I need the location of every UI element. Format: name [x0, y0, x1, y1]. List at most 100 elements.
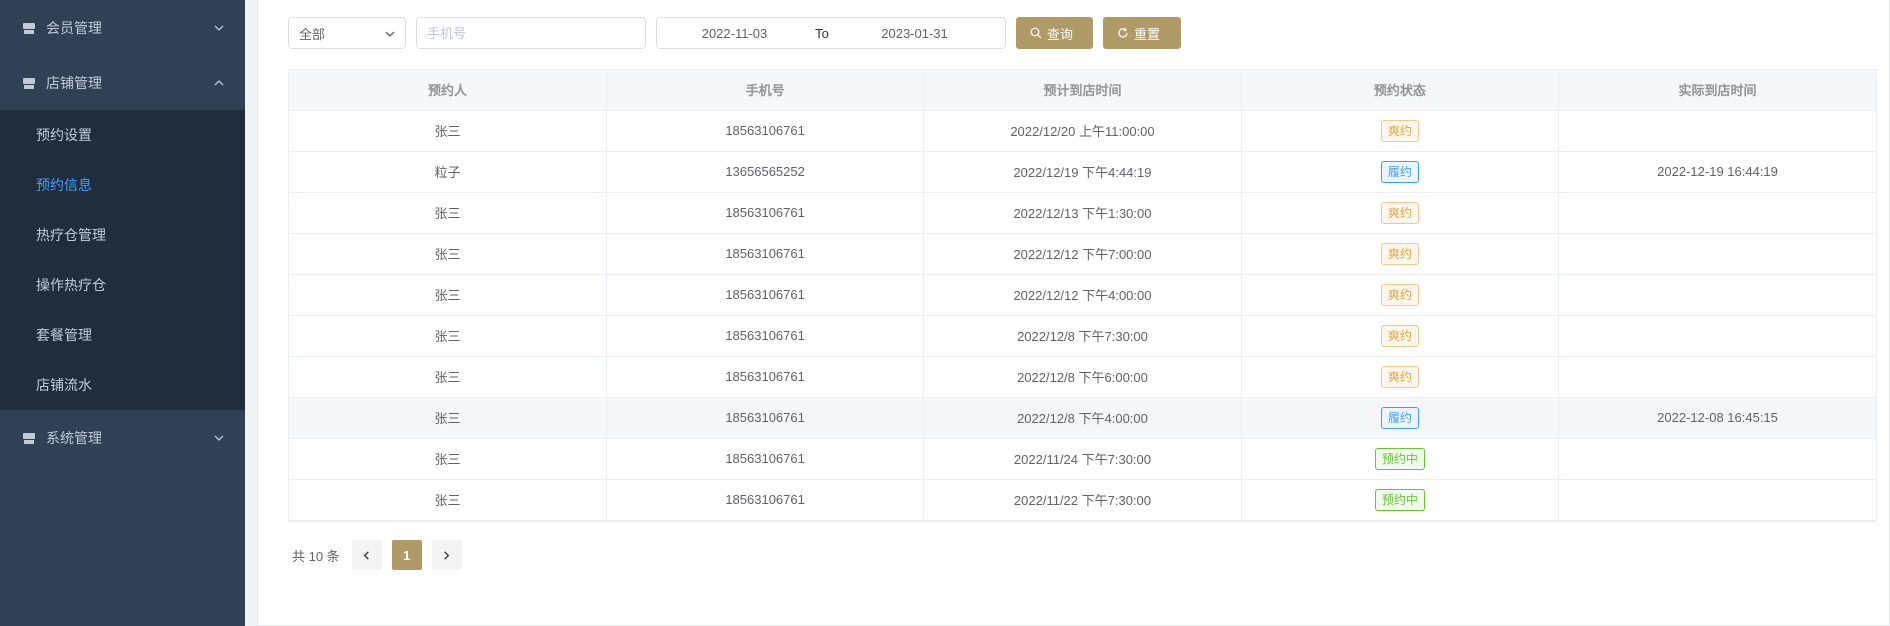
reservation-table: 预约人 手机号 预计到店时间 预约状态 实际到店时间 张三 1856310676…: [288, 69, 1877, 522]
menu-group-store[interactable]: 店铺管理: [0, 55, 245, 110]
sidebar-item-label: 套餐管理: [36, 327, 92, 343]
cell-expected-time: 2022/12/13 下午1:30:00: [923, 192, 1242, 234]
table-row[interactable]: 张三 18563106761 2022/12/12 下午4:00:00 爽约: [289, 274, 1876, 316]
column-header-actual-time: 实际到店时间: [1558, 70, 1876, 111]
menu-group-label: 系统管理: [46, 429, 102, 446]
sidebar: 会员管理 店铺管理 预约设置 预约信息 热疗仓管理 操作热疗仓 套餐管理 店铺流…: [0, 0, 245, 626]
search-button-label: 查询: [1047, 26, 1074, 42]
status-badge: 爽约: [1380, 242, 1419, 265]
status-badge: 爽约: [1380, 119, 1419, 142]
cell-name: 张三: [289, 233, 607, 275]
refresh-icon: [1118, 27, 1128, 38]
cell-name: 张三: [289, 356, 607, 398]
table-header-row: 预约人 手机号 预计到店时间 预约状态 实际到店时间: [289, 70, 1876, 111]
sidebar-item-heat-cabin-management[interactable]: 热疗仓管理: [0, 210, 245, 260]
cell-actual-time: [1558, 192, 1876, 234]
cell-status: 爽约: [1241, 274, 1560, 316]
cell-actual-time: [1558, 356, 1876, 398]
cell-actual-time: 2022-12-08 16:45:15: [1558, 397, 1876, 439]
sidebar-item-operate-heat-cabin[interactable]: 操作热疗仓: [0, 260, 245, 310]
table-row[interactable]: 张三 18563106761 2022/11/22 下午7:30:00 预约中: [289, 479, 1876, 521]
main-panel: 全部 2022-11-03 To 2023-01-31 查询 重置 预约人 手机…: [257, 0, 1890, 626]
table-row[interactable]: 张三 18563106761 2022/12/8 下午4:00:00 履约 20…: [289, 397, 1876, 439]
cell-phone: 18563106761: [606, 110, 925, 152]
cell-name: 张三: [289, 274, 607, 316]
cell-expected-time: 2022/12/8 下午4:00:00: [923, 397, 1242, 439]
table-row[interactable]: 张三 18563106761 2022/12/8 下午7:30:00 爽约: [289, 315, 1876, 357]
filter-bar: 全部 2022-11-03 To 2023-01-31 查询 重置: [288, 17, 1181, 49]
cell-phone: 18563106761: [606, 274, 925, 316]
sidebar-item-label: 预约信息: [36, 177, 92, 193]
store-icon: [23, 22, 35, 34]
store-icon: [23, 77, 35, 89]
status-select[interactable]: 全部: [288, 17, 406, 49]
cell-status: 预约中: [1241, 438, 1560, 480]
phone-input[interactable]: [416, 17, 646, 49]
status-badge: 履约: [1380, 160, 1419, 183]
table-row[interactable]: 张三 18563106761 2022/11/24 下午7:30:00 预约中: [289, 438, 1876, 480]
status-badge: 预约中: [1374, 447, 1425, 470]
cell-expected-time: 2022/11/24 下午7:30:00: [923, 438, 1242, 480]
cell-expected-time: 2022/11/22 下午7:30:00: [923, 479, 1242, 521]
cell-phone: 18563106761: [606, 315, 925, 357]
date-range-picker[interactable]: 2022-11-03 To 2023-01-31: [656, 17, 1006, 49]
cell-name: 张三: [289, 192, 607, 234]
cell-phone: 18563106761: [606, 479, 925, 521]
status-badge: 爽约: [1380, 201, 1419, 224]
status-badge: 预约中: [1374, 488, 1425, 511]
cell-phone: 18563106761: [606, 438, 925, 480]
pagination-total: 共 10 条: [292, 548, 340, 564]
status-badge: 爽约: [1380, 365, 1419, 388]
menu-group-system[interactable]: 系统管理: [0, 410, 245, 465]
cell-status: 爽约: [1241, 233, 1560, 275]
chevron-left-icon: [363, 550, 369, 560]
pagination: 共 10 条 1: [292, 540, 472, 570]
table-row[interactable]: 张三 18563106761 2022/12/20 上午11:00:00 爽约: [289, 110, 1876, 152]
chevron-up-icon: [214, 79, 224, 85]
cell-name: 张三: [289, 315, 607, 357]
search-icon: [1030, 27, 1042, 39]
sidebar-item-package-management[interactable]: 套餐管理: [0, 310, 245, 360]
menu-group-label: 店铺管理: [46, 74, 102, 91]
chevron-down-icon: [214, 435, 224, 441]
cell-expected-time: 2022/12/20 上午11:00:00: [923, 110, 1242, 152]
date-end[interactable]: 2023-01-31: [842, 26, 987, 41]
reset-button[interactable]: 重置: [1103, 17, 1181, 49]
cell-status: 履约: [1241, 397, 1560, 439]
cell-expected-time: 2022/12/8 下午7:30:00: [923, 315, 1242, 357]
cell-expected-time: 2022/12/8 下午6:00:00: [923, 356, 1242, 398]
cell-status: 爽约: [1241, 315, 1560, 357]
column-header-status: 预约状态: [1241, 70, 1560, 111]
table-row[interactable]: 张三 18563106761 2022/12/8 下午6:00:00 爽约: [289, 356, 1876, 398]
search-button[interactable]: 查询: [1016, 17, 1093, 49]
cell-name: 张三: [289, 479, 607, 521]
menu-group-member[interactable]: 会员管理: [0, 0, 245, 55]
cell-actual-time: [1558, 438, 1876, 480]
status-badge: 爽约: [1380, 324, 1419, 347]
sidebar-item-reservation-settings[interactable]: 预约设置: [0, 110, 245, 160]
table-row[interactable]: 张三 18563106761 2022/12/13 下午1:30:00 爽约: [289, 192, 1876, 234]
sidebar-item-store-ledger[interactable]: 店铺流水: [0, 360, 245, 410]
cell-name: 张三: [289, 397, 607, 439]
sidebar-item-reservation-info[interactable]: 预约信息: [0, 160, 245, 210]
cell-status: 预约中: [1241, 479, 1560, 521]
cell-expected-time: 2022/12/12 下午4:00:00: [923, 274, 1242, 316]
next-page-button[interactable]: [431, 540, 462, 570]
store-icon: [23, 432, 35, 444]
cell-actual-time: [1558, 479, 1876, 521]
page-number-button[interactable]: 1: [391, 540, 422, 570]
reset-button-label: 重置: [1134, 26, 1161, 42]
cell-name: 粒子: [289, 151, 607, 193]
cell-actual-time: [1558, 110, 1876, 152]
table-row[interactable]: 张三 18563106761 2022/12/12 下午7:00:00 爽约: [289, 233, 1876, 275]
cell-name: 张三: [289, 110, 607, 152]
chevron-down-icon: [385, 31, 395, 37]
cell-status: 爽约: [1241, 192, 1560, 234]
prev-page-button[interactable]: [351, 540, 382, 570]
status-badge: 爽约: [1380, 283, 1419, 306]
date-range-separator: To: [815, 25, 829, 41]
sidebar-item-label: 预约设置: [36, 127, 92, 143]
table-row[interactable]: 粒子 13656565252 2022/12/19 下午4:44:19 履约 2…: [289, 151, 1876, 193]
column-header-phone: 手机号: [606, 70, 925, 111]
date-start[interactable]: 2022-11-03: [657, 26, 802, 41]
